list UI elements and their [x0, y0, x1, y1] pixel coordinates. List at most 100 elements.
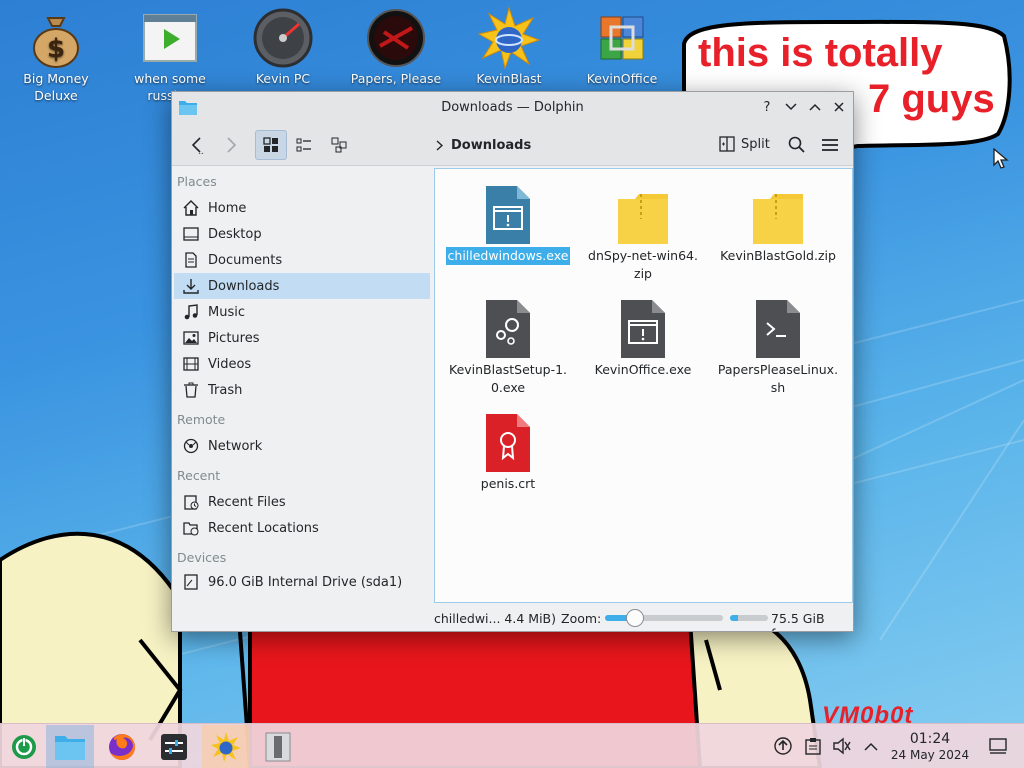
chevron-up-icon [864, 742, 878, 751]
file-item[interactable]: KevinBlastSetup-1. 0.exe [443, 295, 573, 397]
desktop-icon-kevinblast[interactable]: KevinBlast [459, 6, 559, 87]
compact-view-button[interactable] [289, 130, 319, 160]
sidebar-item-desktop[interactable]: Desktop [174, 221, 430, 247]
executable-file-icon [611, 295, 675, 359]
file-name: PapersPleaseLinux. sh [717, 362, 839, 395]
chevron-up-icon [809, 103, 821, 111]
window-icon [265, 732, 291, 761]
taskbar: 01:24 24 May 2024 [0, 723, 1024, 768]
sidebar-item-internal-drive[interactable]: 96.0 GiB Internal Drive (sda1) [174, 569, 430, 595]
file-item[interactable]: dnSpy-net-win64. zip [578, 181, 708, 283]
executable-file-icon [476, 181, 540, 245]
remote-header: Remote [177, 412, 226, 427]
sidebar-item-documents[interactable]: Documents [174, 247, 430, 273]
clipboard-icon [805, 738, 821, 755]
breadcrumb[interactable]: Downloads [436, 138, 531, 153]
help-button[interactable]: ? [757, 97, 777, 117]
forward-arrow-icon [227, 137, 237, 153]
sidebar-item-label: 96.0 GiB Internal Drive (sda1) [208, 574, 403, 590]
taskbar-system-settings[interactable] [150, 725, 198, 768]
downloads-icon [182, 277, 200, 295]
free-space-label: 75.5 GiB free [771, 611, 825, 631]
breadcrumb-current[interactable]: Downloads [451, 138, 531, 153]
desktop-icon-big-money[interactable]: $ Big Money Deluxe [6, 6, 106, 104]
split-button[interactable]: Split [719, 136, 770, 152]
minimize-button[interactable] [781, 97, 801, 117]
free-space-fill [730, 615, 739, 621]
zoom-slider-handle[interactable] [625, 609, 644, 627]
drive-icon [182, 573, 200, 591]
svg-text:$: $ [47, 34, 65, 64]
sidebar-item-label: Music [208, 304, 245, 320]
file-item[interactable]: PapersPleaseLinux. sh [713, 295, 843, 397]
tray-clipboard[interactable] [803, 736, 823, 756]
kevinblast-icon [477, 6, 541, 70]
settings-sliders-icon [161, 733, 187, 760]
sidebar-item-label: Home [208, 200, 247, 216]
dolphin-window: Downloads — Dolphin ? Downloads Split Pl… [171, 91, 854, 632]
music-icon [182, 303, 200, 321]
toolbar: Downloads Split [172, 122, 853, 166]
file-item[interactable]: KevinOffice.exe [578, 295, 708, 379]
sidebar-item-recent-files[interactable]: Recent Files [174, 489, 430, 515]
hamburger-menu-button[interactable] [816, 130, 844, 160]
window-titlebar[interactable]: Downloads — Dolphin ? [172, 92, 853, 122]
sidebar-item-network[interactable]: Network [174, 433, 430, 459]
file-item[interactable]: penis.crt [443, 409, 573, 493]
desktop-icon-label: Big Money Deluxe [23, 71, 89, 103]
taskbar-firefox[interactable] [98, 725, 146, 768]
maximize-button[interactable] [805, 97, 825, 117]
file-name: penis.crt [480, 476, 536, 491]
network-icon [182, 437, 200, 455]
setup-executable-icon [476, 295, 540, 359]
back-button[interactable] [182, 130, 212, 160]
sidebar-item-pictures[interactable]: Pictures [174, 325, 430, 351]
tray-volume[interactable] [832, 736, 852, 756]
details-view-button[interactable] [324, 130, 354, 160]
show-desktop-button[interactable] [988, 736, 1008, 756]
sidebar-item-label: Videos [208, 356, 252, 372]
taskbar-kevinblast[interactable] [202, 725, 250, 768]
tray-updates[interactable] [773, 736, 793, 756]
search-button[interactable] [783, 130, 811, 160]
places-sidebar: Places Home Desktop Documents Downloads … [172, 168, 432, 606]
digital-clock[interactable]: 01:24 24 May 2024 [882, 731, 978, 763]
file-view[interactable]: chilledwindows.exe dnSpy-net-win64. zip … [434, 168, 853, 603]
papers-please-icon [364, 6, 428, 70]
desktop-icon-papers-please[interactable]: Papers, Please [346, 6, 446, 87]
clock-date: 24 May 2024 [890, 748, 970, 762]
taskbar-dolphin[interactable] [46, 725, 94, 768]
back-arrow-icon [191, 137, 204, 154]
taskbar-terminal[interactable] [254, 725, 302, 768]
certificate-file-icon [476, 409, 540, 473]
compact-view-icon [296, 138, 311, 152]
zoom-slider[interactable] [605, 609, 723, 627]
close-icon [834, 102, 844, 112]
forward-button[interactable] [216, 130, 246, 160]
file-item[interactable]: chilledwindows.exe [443, 181, 573, 266]
sidebar-item-label: Recent Locations [208, 520, 319, 536]
free-space-bar [730, 615, 768, 621]
desktop-icon-kevinoffice[interactable]: KevinOffice [572, 6, 672, 87]
show-desktop-icon [989, 738, 1007, 754]
desktop-icon-kevin-pc[interactable]: Kevin PC [233, 6, 333, 87]
sidebar-item-home[interactable]: Home [174, 195, 430, 221]
shell-script-icon [746, 295, 810, 359]
sidebar-item-recent-locations[interactable]: Recent Locations [174, 515, 430, 541]
update-arrow-icon [774, 737, 792, 755]
sidebar-item-music[interactable]: Music [174, 299, 430, 325]
grid-view-icon [263, 137, 278, 152]
desktop-icon-video[interactable]: when some russian [120, 6, 220, 104]
details-view-icon [331, 137, 347, 153]
window-title: Downloads — Dolphin [441, 99, 584, 115]
sidebar-item-videos[interactable]: Videos [174, 351, 430, 377]
file-item[interactable]: KevinBlastGold.zip [713, 181, 843, 265]
split-view-icon [719, 136, 735, 152]
icons-view-button[interactable] [255, 130, 287, 160]
close-button[interactable] [829, 97, 849, 117]
sidebar-item-downloads[interactable]: Downloads [174, 273, 430, 299]
application-launcher-button[interactable] [0, 725, 48, 768]
sidebar-item-label: Pictures [208, 330, 260, 346]
sidebar-item-trash[interactable]: Trash [174, 377, 430, 403]
tray-expand[interactable] [861, 736, 881, 756]
